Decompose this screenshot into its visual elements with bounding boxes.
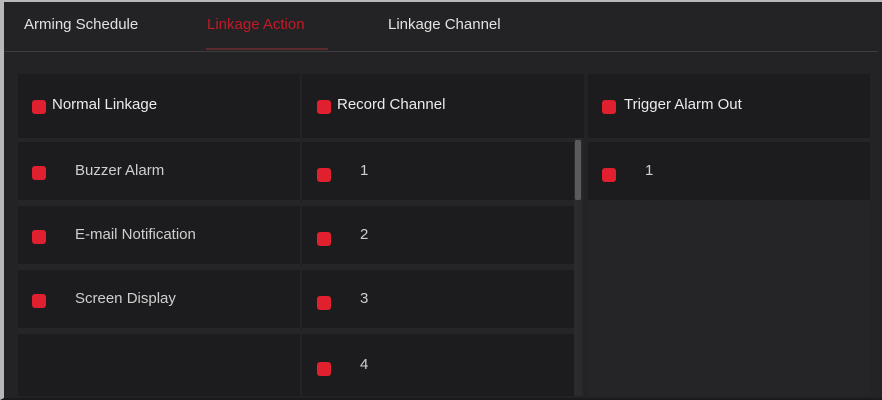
record-channel-select-all-checkbox[interactable]: [317, 100, 331, 114]
channel-1-label: 1: [360, 162, 369, 179]
buzzer-alarm-checkbox[interactable]: [32, 166, 46, 180]
channel-4-label: 4: [360, 356, 369, 373]
tab-arming-schedule[interactable]: Arming Schedule: [24, 16, 138, 33]
channel-2-checkbox[interactable]: [317, 232, 331, 246]
list-item-email-notification[interactable]: E-mail Notification: [18, 206, 300, 264]
channel-2-label: 2: [360, 226, 369, 243]
channel-3-label: 3: [360, 290, 369, 307]
normal-linkage-title: Normal Linkage: [52, 96, 158, 113]
buzzer-alarm-label: Buzzer Alarm: [75, 162, 165, 179]
tab-linkage-action[interactable]: Linkage Action: [207, 16, 305, 33]
channel-4-checkbox[interactable]: [317, 362, 331, 376]
trigger-alarm-out-select-all-checkbox[interactable]: [602, 100, 616, 114]
screen-display-checkbox[interactable]: [32, 294, 46, 308]
record-channel-title: Record Channel: [337, 96, 446, 113]
normal-linkage-list: Buzzer Alarm E-mail Notification Screen …: [18, 138, 300, 396]
list-item-channel-1[interactable]: 1: [302, 142, 574, 200]
list-item-buzzer-alarm[interactable]: Buzzer Alarm: [18, 142, 300, 200]
normal-linkage-select-all-checkbox[interactable]: [32, 100, 46, 114]
tab-bar: Arming Schedule Linkage Action Linkage C…: [0, 0, 882, 52]
list-item-alarm-out-1[interactable]: 1: [588, 142, 870, 200]
trigger-alarm-out-header: Trigger Alarm Out: [588, 74, 870, 138]
list-item-screen-display[interactable]: Screen Display: [18, 270, 300, 328]
trigger-alarm-out-title: Trigger Alarm Out: [624, 96, 742, 113]
record-channel-panel: Record Channel 1 2 3 4: [302, 74, 584, 396]
normal-linkage-panel: Normal Linkage Buzzer Alarm E-mail Notif…: [18, 74, 300, 396]
list-item-channel-4[interactable]: 4: [302, 334, 574, 396]
record-channel-list: 1 2 3 4: [302, 138, 584, 396]
list-item-channel-3[interactable]: 3: [302, 270, 574, 328]
email-notification-label: E-mail Notification: [75, 226, 196, 243]
active-tab-indicator: [206, 48, 328, 50]
channel-1-checkbox[interactable]: [317, 168, 331, 182]
alarm-out-1-label: 1: [645, 162, 654, 179]
list-item-channel-2[interactable]: 2: [302, 206, 574, 264]
tab-divider: [4, 51, 878, 52]
channel-3-checkbox[interactable]: [317, 296, 331, 310]
trigger-alarm-out-panel: Trigger Alarm Out 1: [588, 74, 870, 396]
tab-linkage-channel[interactable]: Linkage Channel: [388, 16, 501, 33]
screen-display-label: Screen Display: [75, 290, 176, 307]
record-channel-header: Record Channel: [302, 74, 584, 138]
scrollbar-thumb[interactable]: [575, 140, 581, 200]
list-item-empty: [18, 334, 300, 396]
normal-linkage-header: Normal Linkage: [18, 74, 300, 138]
trigger-alarm-out-list: 1: [588, 138, 870, 396]
email-notification-checkbox[interactable]: [32, 230, 46, 244]
alarm-out-1-checkbox[interactable]: [602, 168, 616, 182]
record-channel-scrollbar[interactable]: [574, 138, 582, 396]
